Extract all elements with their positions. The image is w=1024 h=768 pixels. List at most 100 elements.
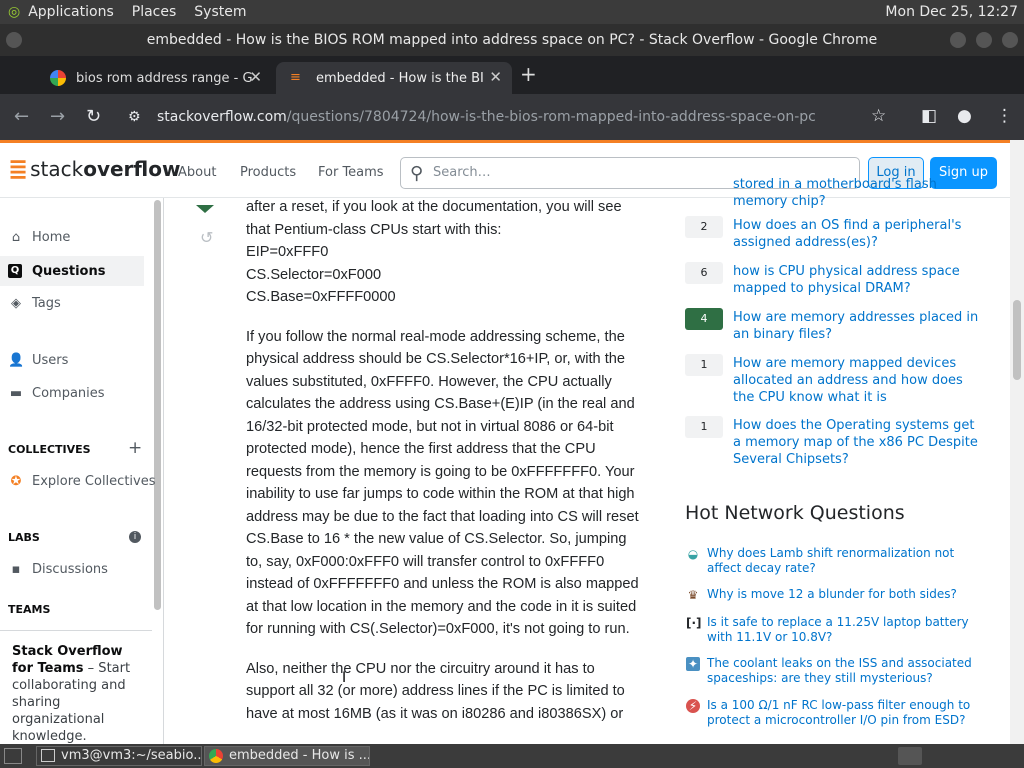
side-panel-icon[interactable]: ◧ <box>921 106 937 126</box>
list-item: stored in a motherboard's flash memory c… <box>684 177 984 216</box>
window-menu-icon[interactable] <box>6 32 22 48</box>
url-host: stackoverflow.com <box>157 109 287 125</box>
related-question-link[interactable]: How does an OS find a peripheral's assig… <box>733 217 979 251</box>
logo-text-bold: overflow <box>83 157 181 181</box>
tab-title: bios rom address range - Go <box>76 70 252 86</box>
sidebar-item-home[interactable]: ⌂ Home <box>8 230 71 245</box>
site-info-icon[interactable]: ⚙ <box>128 100 141 134</box>
back-icon[interactable]: ← <box>14 106 29 127</box>
questions-icon: Q <box>8 264 22 278</box>
teams-promo: Stack Overflow for Teams – Start collabo… <box>0 630 152 744</box>
answer-count-badge: 4 <box>685 308 723 330</box>
hnq-heading: Hot Network Questions <box>685 502 905 524</box>
tab-title: embedded - How is the BIOS <box>316 70 484 86</box>
related-questions: stored in a motherboard's flash memory c… <box>684 177 984 467</box>
show-desktop-icon[interactable] <box>4 748 22 764</box>
reload-icon[interactable]: ↻ <box>86 106 101 127</box>
logo-text-light: stack <box>30 157 84 181</box>
stackoverflow-logo[interactable]: ≣ stack overflow <box>8 155 180 183</box>
forward-icon[interactable]: → <box>50 106 65 127</box>
clock[interactable]: Mon Dec 25, 12:27 <box>885 4 1018 20</box>
left-scrollbar[interactable] <box>154 200 161 610</box>
add-collective-icon[interactable]: + <box>128 438 142 458</box>
text-cursor-icon: I <box>342 670 347 686</box>
answer-count-badge: 6 <box>685 262 723 284</box>
close-tab-icon[interactable]: ✕ <box>249 68 262 86</box>
collectives-icon: ✪ <box>10 474 22 489</box>
new-tab-icon[interactable]: + <box>520 62 537 86</box>
discussions-icon: ▪ <box>11 562 21 577</box>
hnq-link[interactable]: Is it safe to replace a 11.25V laptop ba… <box>707 615 972 645</box>
tab-google-search[interactable]: bios rom address range - Go ✕ <box>36 62 272 94</box>
users-icon: 👤 <box>8 353 25 368</box>
taskbar-item-label: vm3@vm3:~/seabio... <box>61 748 202 763</box>
nav-for-teams[interactable]: For Teams <box>318 165 384 180</box>
maximize-icon[interactable] <box>976 32 992 48</box>
answer-paragraph: If you follow the normal real-mode addre… <box>246 328 639 638</box>
history-icon[interactable]: ↺ <box>200 228 213 247</box>
sidebar-item-companies[interactable]: ▬ Companies <box>8 386 105 401</box>
sidebar-item-users[interactable]: 👤 Users <box>8 353 68 368</box>
window-title-bar: embedded - How is the BIOS ROM mapped in… <box>0 24 1024 56</box>
taskbar-item-label: embedded - How is ... <box>229 748 370 763</box>
hnq-link[interactable]: The coolant leaks on the ISS and associa… <box>707 656 972 686</box>
profile-icon[interactable]: ● <box>957 106 972 126</box>
related-question-link[interactable]: stored in a motherboard's flash memory c… <box>733 176 979 210</box>
related-question-link[interactable]: How are memory mapped devices allocated … <box>733 355 979 406</box>
scrollbar-thumb[interactable] <box>1013 300 1021 380</box>
minimize-icon[interactable] <box>950 32 966 48</box>
answer-paragraph: Also, neither the CPU nor the circuitry … <box>246 660 625 722</box>
hnq-link[interactable]: Why does Lamb shift renormalization not … <box>707 546 972 576</box>
page-scrollbar[interactable] <box>1010 140 1024 744</box>
sidebar-item-explore-collectives[interactable]: ✪ Explore Collectives <box>8 474 156 489</box>
close-tab-icon[interactable]: ✕ <box>489 68 502 86</box>
tray-chrome-icon[interactable] <box>898 747 922 765</box>
related-question-link[interactable]: How are memory addresses placed in an bi… <box>733 309 979 343</box>
close-window-icon[interactable] <box>1002 32 1018 48</box>
distro-logo-icon[interactable]: ◎ <box>8 4 20 20</box>
list-item: 6 how is CPU physical address space mapp… <box>684 262 984 308</box>
chess-icon: ♛ <box>687 588 699 602</box>
collectives-heading: COLLECTIVES <box>8 443 91 456</box>
web-page: ≣ stack overflow About Products For Teams… <box>0 140 1024 744</box>
window-title: embedded - How is the BIOS ROM mapped in… <box>146 32 878 48</box>
google-favicon-icon <box>50 70 66 86</box>
related-question-link[interactable]: How does the Operating systems get a mem… <box>733 417 979 468</box>
sidebar-item-discussions[interactable]: ▪ Discussions <box>8 562 108 577</box>
home-icon: ⌂ <box>11 230 21 245</box>
sidebar-item-label: Questions <box>32 263 106 279</box>
space-icon: ✦ <box>686 657 700 671</box>
chrome-menu-icon[interactable]: ⋮ <box>996 106 1013 126</box>
list-item: 1 How does the Operating systems get a m… <box>684 416 984 467</box>
bookmark-star-icon[interactable]: ☆ <box>871 106 886 126</box>
places-menu[interactable]: Places <box>132 4 177 20</box>
taskbar: vm3@vm3:~/seabio... embedded - How is ..… <box>0 744 1024 768</box>
tab-stackoverflow[interactable]: ≡ embedded - How is the BIOS ✕ <box>276 62 512 94</box>
sidebar-item-tags[interactable]: ◈ Tags <box>8 296 61 311</box>
answer-count-badge: 1 <box>685 416 723 438</box>
list-item: 2 How does an OS find a peripheral's ass… <box>684 216 984 262</box>
chrome-icon <box>209 749 223 763</box>
search-placeholder: Search… <box>433 165 491 180</box>
sidebar-item-label: Companies <box>32 386 105 401</box>
answer-body: after a reset, if you look at the docume… <box>246 196 646 742</box>
answer-count-badge: 1 <box>685 354 723 376</box>
taskbar-item-chrome[interactable]: embedded - How is ... <box>204 746 370 766</box>
sidebar-item-questions[interactable]: Q Questions <box>0 256 144 286</box>
info-icon[interactable]: i <box>129 531 141 543</box>
physics-icon: ◒ <box>687 547 699 561</box>
address-bar[interactable]: ⚙ stackoverflow.com/questions/7804724/ho… <box>120 100 870 134</box>
system-menu-item[interactable]: System <box>194 4 246 20</box>
tab-strip: ⌄ bios rom address range - Go ✕ ≡ embedd… <box>0 56 1024 136</box>
taskbar-item-terminal[interactable]: vm3@vm3:~/seabio... <box>36 746 202 766</box>
sidebar-item-label: Tags <box>32 296 61 311</box>
nav-about[interactable]: About <box>178 165 216 180</box>
related-question-link[interactable]: how is CPU physical address space mapped… <box>733 263 979 297</box>
applications-menu[interactable]: Applications <box>28 4 114 20</box>
sidebar-item-label: Explore Collectives <box>32 474 156 489</box>
nav-products[interactable]: Products <box>240 165 296 180</box>
electronics-icon: [·] <box>686 616 702 630</box>
hnq-link[interactable]: Why is move 12 a blunder for both sides? <box>707 587 972 602</box>
briefcase-icon: ▬ <box>9 386 23 401</box>
hnq-link[interactable]: Is a 100 Ω/1 nF RC low-pass filter enoug… <box>707 698 972 728</box>
